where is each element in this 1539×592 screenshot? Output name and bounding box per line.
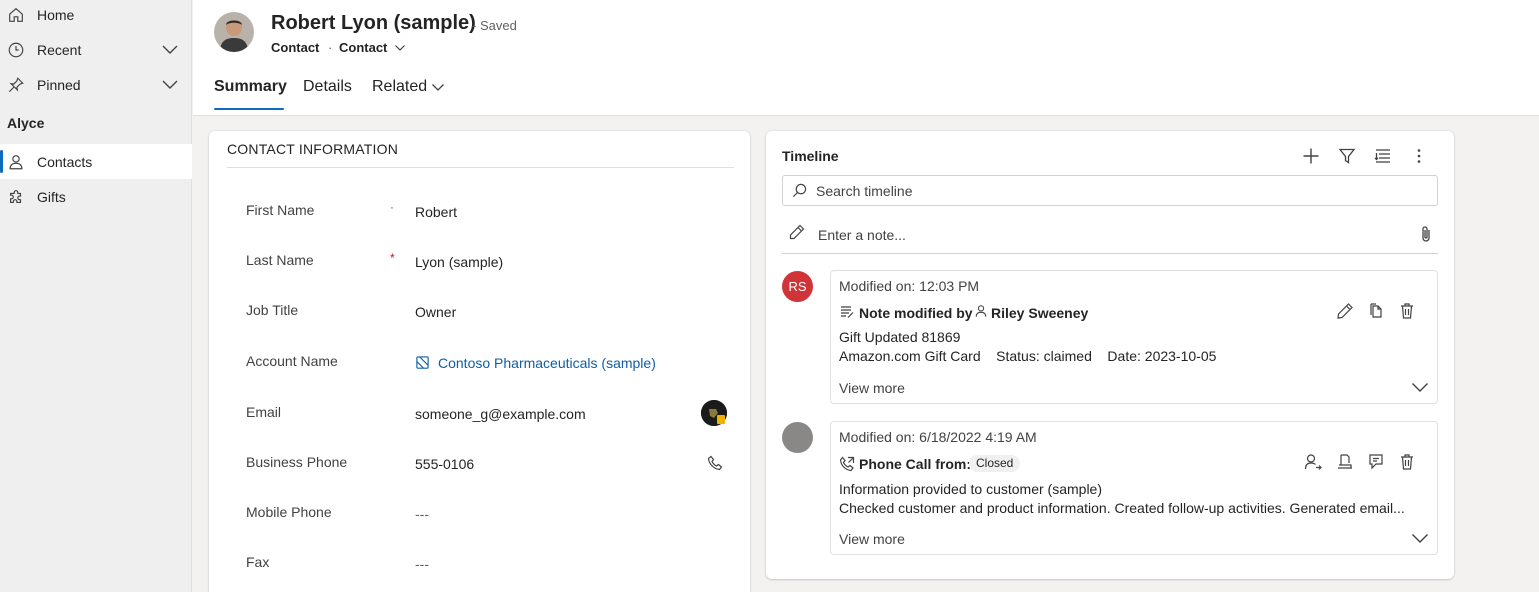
section-title: CONTACT INFORMATION: [227, 141, 399, 157]
fax-field[interactable]: ---: [415, 556, 429, 572]
field-label-mobile-phone: Mobile Phone: [246, 504, 332, 520]
delete-icon[interactable]: [1398, 453, 1416, 471]
chevron-down-icon[interactable]: [1411, 382, 1429, 393]
note-icon: [841, 306, 854, 318]
timeline-title: Timeline: [782, 148, 839, 164]
business-phone-field[interactable]: 555-0106: [415, 456, 474, 472]
saved-status: - Saved: [472, 18, 517, 33]
open-record-icon[interactable]: [1368, 453, 1386, 471]
field-label-business-phone: Business Phone: [246, 454, 348, 470]
view-more-link[interactable]: View more: [839, 531, 905, 547]
modified-date: Modified on: 12:03 PM: [839, 278, 980, 294]
pencil-icon: [789, 224, 805, 240]
account-link-icon: [416, 356, 429, 369]
more-options-icon[interactable]: [1410, 147, 1428, 165]
email-presence-icon[interactable]: [701, 400, 727, 426]
tab-related[interactable]: Related: [372, 78, 427, 96]
field-label-last-name: Last Name: [246, 252, 314, 268]
chevron-down-icon[interactable]: [161, 79, 179, 91]
attachment-icon[interactable]: [1419, 225, 1433, 243]
add-icon[interactable]: [1302, 147, 1320, 165]
edit-icon[interactable]: [1336, 302, 1354, 320]
clock-icon: [8, 42, 24, 57]
home-icon: [9, 7, 23, 22]
sidebar-item-label: Recent: [37, 41, 82, 58]
sidebar-item-recent[interactable]: Recent: [0, 32, 192, 67]
field-label-first-name: First Name: [246, 202, 315, 218]
mobile-phone-field[interactable]: ---: [415, 506, 429, 522]
chevron-down-icon[interactable]: [161, 44, 179, 56]
modified-date: Modified on: 6/18/2022 4:19 AM: [839, 429, 1037, 445]
phone-call-icon: [839, 456, 855, 472]
entity-name: Contact: [271, 40, 320, 55]
sidebar-item-pinned[interactable]: Pinned: [0, 67, 192, 102]
entry-line: Gift Updated 81869: [839, 329, 961, 345]
avatar: [214, 12, 254, 52]
search-icon: [792, 183, 807, 198]
chevron-down-icon[interactable]: [394, 44, 406, 52]
sidebar-item-contacts[interactable]: Contacts: [0, 144, 192, 179]
tab-details[interactable]: Details: [303, 78, 352, 96]
page-title: Robert Lyon (sample): [271, 12, 476, 34]
sidebar-item-label: Home: [37, 6, 75, 23]
required-marker: *: [390, 251, 395, 265]
sidebar-item-label: Gifts: [37, 188, 66, 205]
recommended-marker: ·: [390, 200, 394, 214]
job-title-field[interactable]: Owner: [415, 304, 456, 320]
view-more-link[interactable]: View more: [839, 380, 905, 396]
tab-summary[interactable]: Summary: [214, 78, 287, 96]
sidebar-item-home[interactable]: Home: [0, 0, 192, 32]
entry-heading: Phone Call from:: [859, 456, 972, 472]
sidebar-group-label: Alyce: [7, 115, 45, 131]
form-selector[interactable]: Contact: [339, 40, 387, 55]
sidebar-item-label: Pinned: [37, 76, 81, 93]
puzzle-icon: [10, 189, 22, 203]
person-icon: [9, 154, 23, 169]
chevron-down-icon[interactable]: [1411, 533, 1429, 544]
chevron-down-icon[interactable]: [431, 83, 445, 92]
sidebar-item-label: Contacts: [37, 153, 93, 170]
field-label-fax: Fax: [246, 554, 270, 570]
entry-line: Checked customer and product information…: [839, 500, 1405, 516]
entry-line: Amazon.com Gift Card Status: claimed Dat…: [839, 348, 1217, 364]
entry-heading: Note modified by: [859, 305, 973, 321]
avatar: [782, 422, 813, 453]
active-tab-indicator: [214, 108, 284, 110]
divider: [227, 167, 734, 168]
divider: [782, 253, 1438, 254]
note-input[interactable]: Enter a note...: [818, 227, 906, 243]
email-field[interactable]: someone_g@example.com: [415, 406, 586, 422]
entry-author[interactable]: Riley Sweeney: [991, 305, 1088, 321]
field-label-job-title: Job Title: [246, 302, 299, 318]
sidebar: Home Recent Pinned Alyce Contacts Gifts: [0, 0, 192, 592]
filter-icon[interactable]: [1338, 147, 1356, 165]
field-label-email: Email: [246, 404, 282, 420]
delete-icon[interactable]: [1398, 302, 1416, 320]
person-icon: [975, 305, 987, 317]
phone-icon[interactable]: [707, 455, 723, 471]
close-activity-icon[interactable]: [1336, 453, 1354, 471]
sort-icon[interactable]: [1374, 147, 1392, 165]
pin-icon: [8, 76, 24, 92]
status-badge: Closed: [969, 455, 1021, 472]
assign-icon[interactable]: [1304, 453, 1322, 471]
separator: ·: [328, 40, 333, 55]
last-name-field[interactable]: Lyon (sample): [415, 254, 503, 270]
search-placeholder: Search timeline: [816, 183, 913, 199]
entry-line: Information provided to customer (sample…: [839, 481, 1102, 497]
copy-icon[interactable]: [1368, 302, 1386, 320]
first-name-field[interactable]: Robert: [415, 204, 457, 220]
field-label-account-name: Account Name: [246, 353, 338, 369]
sidebar-item-gifts[interactable]: Gifts: [0, 179, 192, 214]
avatar: RS: [782, 271, 813, 302]
account-name-link[interactable]: Contoso Pharmaceuticals (sample): [438, 355, 656, 371]
